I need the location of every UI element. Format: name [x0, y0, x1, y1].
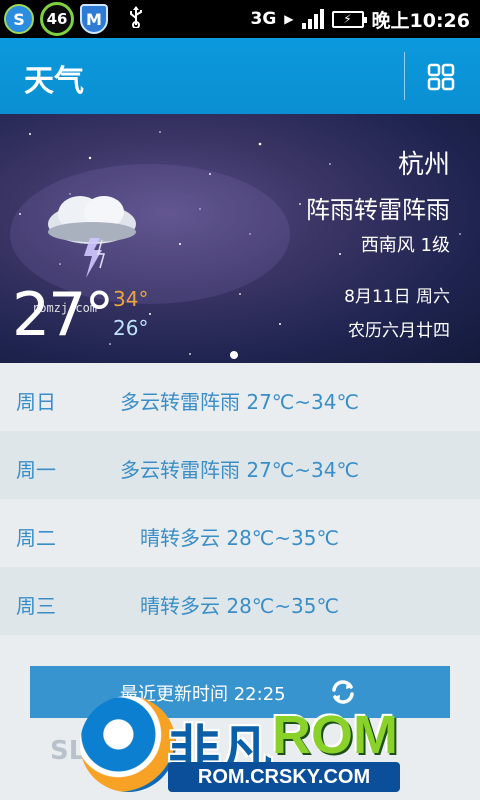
forecast-description: 多云转雷阵雨 27℃~34℃: [120, 458, 359, 482]
grid-icon: [427, 63, 455, 91]
logo-ring-icon: [80, 696, 176, 792]
forecast-day: 周日: [16, 390, 56, 414]
counter-badge-icon: 46: [40, 2, 74, 36]
forecast-row[interactable]: 周二 晴转多云 28℃~35℃: [0, 499, 480, 567]
network-type-label: 3G: [250, 9, 277, 29]
page-indicator-dot: [230, 351, 238, 359]
signal-icon: [301, 9, 324, 29]
thunderstorm-cloud-icon: [48, 196, 136, 278]
forecast-day: 周三: [16, 594, 56, 618]
usb-icon: [128, 5, 144, 33]
page-title: 天气: [24, 64, 84, 99]
weather-condition: 阵雨转雷阵雨: [306, 196, 450, 224]
clock-time: 晚上10:26: [371, 9, 470, 32]
app-notification-icon: S: [4, 4, 34, 34]
forecast-description: 多云转雷阵雨 27℃~34℃: [120, 390, 359, 414]
low-temperature: 26°: [113, 316, 149, 340]
battery-charging-icon: ⚡: [331, 10, 367, 28]
current-weather-panel[interactable]: 杭州 阵雨转雷阵雨 西南风 1级 8月11日 周六 农历六月廿四 27° rom…: [0, 114, 480, 363]
app-bar: 天气: [0, 38, 480, 114]
wind-info: 西南风 1级: [360, 235, 450, 256]
city-name: 杭州: [397, 150, 450, 180]
logo-url-text: ROM.CRSKY.COM: [168, 762, 400, 792]
current-date: 8月11日 周六: [344, 287, 450, 307]
current-temperature: 27°: [12, 280, 114, 350]
forecast-list: 周日 多云转雷阵雨 27℃~34℃ 周一 多云转雷阵雨 27℃~34℃ 周二 晴…: [0, 363, 480, 635]
shield-icon: M: [80, 4, 108, 34]
forecast-row[interactable]: 周日 多云转雷阵雨 27℃~34℃: [0, 363, 480, 431]
forecast-row[interactable]: 周三 晴转多云 28℃~35℃: [0, 567, 480, 635]
high-temperature: 34°: [113, 287, 149, 311]
logo-rom-text: ROM: [272, 705, 398, 765]
data-arrow-icon: ▶: [284, 12, 294, 26]
forecast-row[interactable]: 周一 多云转雷阵雨 27℃~34℃: [0, 431, 480, 499]
app-bar-divider: [404, 52, 405, 100]
forecast-description: 晴转多云 28℃~35℃: [140, 594, 339, 618]
forecast-description: 晴转多云 28℃~35℃: [140, 526, 339, 550]
watermark-text: romzj.com: [32, 301, 98, 315]
grid-menu-button[interactable]: [426, 62, 456, 92]
forecast-day: 周一: [16, 458, 56, 482]
lunar-date: 农历六月廿四: [348, 321, 450, 341]
site-logo-watermark: SL 非凡 ROM ROM.CRSKY.COM: [50, 690, 470, 800]
forecast-day: 周二: [16, 526, 56, 550]
status-bar: S 46 M 3G ▶ ⚡ 晚上10:26: [0, 0, 480, 38]
